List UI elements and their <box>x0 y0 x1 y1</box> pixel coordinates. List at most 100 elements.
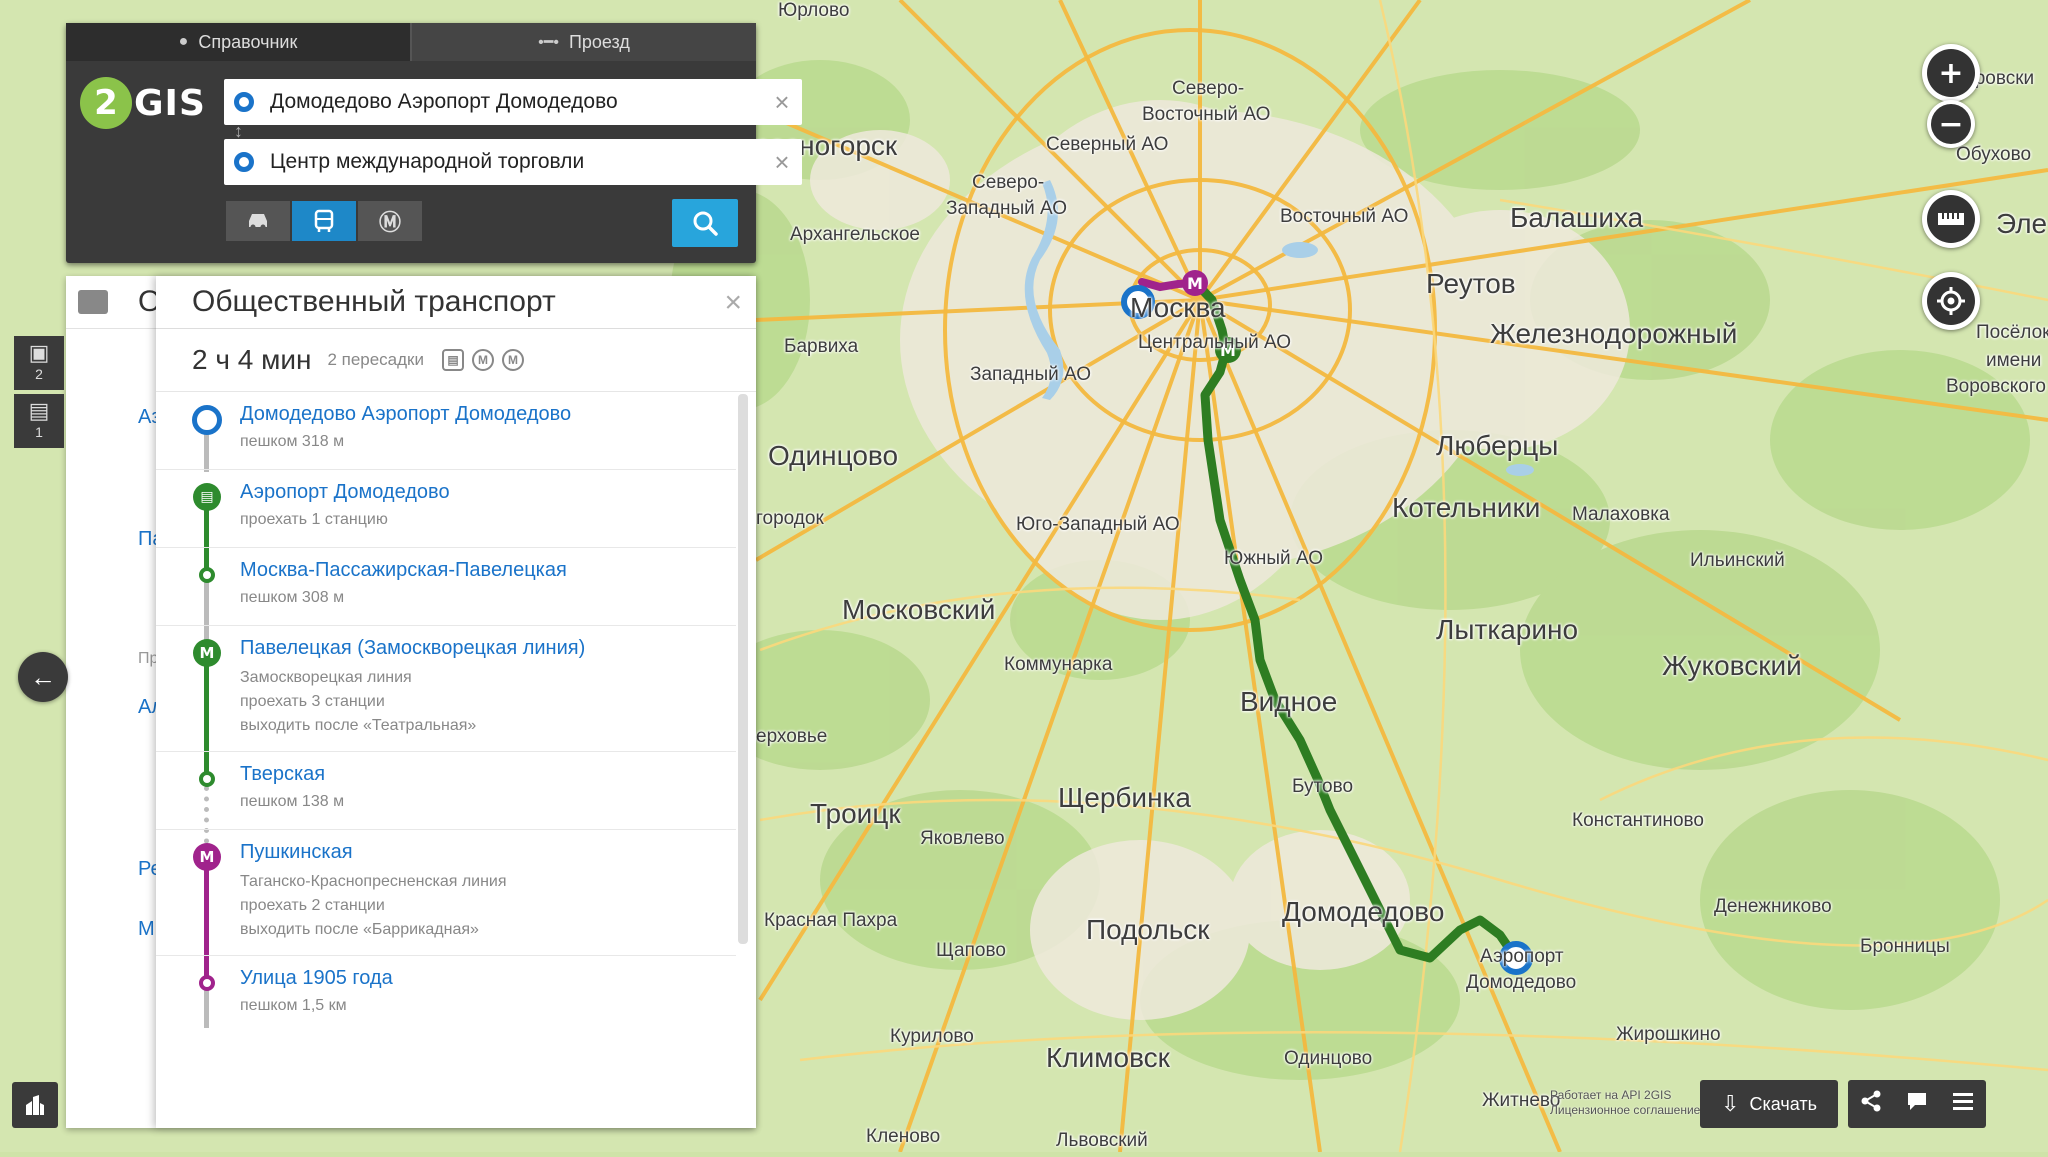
route-step[interactable]: Тверская пешком 138 м <box>156 751 736 830</box>
map-label: Домодедово <box>1466 972 1577 993</box>
map-label: Щапово <box>936 940 1006 961</box>
step-name[interactable]: Улица 1905 года <box>240 967 393 990</box>
step-detail: проехать 1 станцию <box>240 511 388 528</box>
map-label: Воровского <box>1946 376 2046 397</box>
stop-dot-icon <box>199 771 215 787</box>
stop-dot-icon <box>199 567 215 583</box>
metro-icon: Ⓜ <box>378 211 401 236</box>
route-step[interactable]: Домодедово Аэропорт Домодедово пешком 31… <box>156 391 736 470</box>
step-name[interactable]: Тверская <box>240 763 325 786</box>
zoom-out-button[interactable]: − <box>1927 100 1975 148</box>
step-detail: пешком 318 м <box>240 433 345 450</box>
map-label: Коммунарка <box>1004 654 1113 675</box>
map-label: Малаховка <box>1572 504 1670 525</box>
step-name[interactable]: Домодедово Аэропорт Домодедово <box>240 403 571 426</box>
map-label: Троицк <box>810 798 901 829</box>
mode-car-button[interactable] <box>226 201 290 241</box>
step-detail: проехать 2 станции <box>240 897 385 914</box>
tab-directory[interactable]: ● Справочник <box>66 23 410 61</box>
map-label: Западный АО <box>970 364 1092 385</box>
tab-route[interactable]: •━• Проезд <box>410 23 756 61</box>
step-detail: выходить после «Баррикадная» <box>240 921 479 938</box>
map-label: Домодедово <box>1282 896 1445 927</box>
map-label: Северо- <box>1172 78 1245 99</box>
scrollbar[interactable] <box>738 394 748 944</box>
map-label: Одинцово <box>1284 1048 1373 1069</box>
train-icon: ▤ <box>193 483 221 511</box>
arrow-left-icon: ← <box>30 661 56 692</box>
briefcase-icon <box>78 290 108 314</box>
step-detail: выходить после «Театральная» <box>240 717 477 734</box>
close-icon[interactable]: × <box>724 286 742 320</box>
map-label: Московский <box>842 594 996 625</box>
directory-icon: ▣ <box>28 340 50 365</box>
step-name[interactable]: Москва-Пассажирская-Павелецкая <box>240 559 567 582</box>
start-point-icon <box>192 405 222 435</box>
ruler-icon <box>1927 195 1975 243</box>
route-step[interactable]: Улица 1905 года пешком 1,5 км <box>156 955 736 1033</box>
map-label: Бутово <box>1292 776 1354 797</box>
share-icon[interactable] <box>1860 1090 1882 1118</box>
map-label: Северо- <box>972 172 1045 193</box>
zoom-in-button[interactable]: + <box>1922 44 1980 102</box>
transport-tab[interactable]: ▤ 1 <box>14 394 64 448</box>
from-field-value: Домодедово Аэропорт Домодедово <box>270 90 618 113</box>
map-label: Центральный АО <box>1138 332 1292 353</box>
locate-icon <box>1927 277 1975 325</box>
logo[interactable]: 2 GIS <box>80 75 210 131</box>
layers-button[interactable] <box>12 1082 58 1128</box>
start-point-icon <box>234 92 254 112</box>
bus-icon: ▤ <box>28 398 50 423</box>
step-name[interactable]: Пушкинская <box>240 841 353 864</box>
map-label: Балашиха <box>1510 202 1644 233</box>
map-label: Константиново <box>1572 810 1704 831</box>
api-note[interactable]: Работает на API 2GIS Лицензионное соглаш… <box>1550 1088 1700 1118</box>
locate-button[interactable] <box>1922 272 1980 330</box>
map-label: Яковлево <box>920 828 1005 849</box>
map-label: Жирошкино <box>1616 1024 1721 1045</box>
metro-icon: М <box>502 349 524 371</box>
download-button[interactable]: ⇩ Скачать <box>1700 1080 1838 1128</box>
directory-tab[interactable]: ▣ 2 <box>14 336 64 390</box>
clear-icon[interactable]: × <box>762 147 802 178</box>
license-link[interactable]: Лицензионное соглашение <box>1550 1103 1700 1118</box>
map-label: Реутов <box>1426 268 1516 299</box>
route-step[interactable]: ▤ Аэропорт Домодедово проехать 1 станцию <box>156 469 736 548</box>
route-icon: •━• <box>538 34 559 51</box>
map-label: Одинцово <box>768 440 899 471</box>
back-button[interactable]: ← <box>18 652 68 702</box>
map-label: Аэропорт <box>1480 946 1564 967</box>
clear-icon[interactable]: × <box>762 87 802 118</box>
mode-bus-button[interactable] <box>292 201 356 241</box>
step-name[interactable]: Аэропорт Домодедово <box>240 481 450 504</box>
step-name[interactable]: Павелецкая (Замоскворецкая линия) <box>240 637 585 660</box>
search-button[interactable] <box>672 199 738 247</box>
bus-icon <box>314 209 334 232</box>
api-note-text: Работает на API 2GIS <box>1550 1088 1672 1102</box>
map-label: Львовский <box>1056 1130 1148 1151</box>
map-label: Железнодорожный <box>1490 318 1738 349</box>
pin-icon: ● <box>178 33 189 50</box>
menu-icon[interactable] <box>1952 1091 1974 1117</box>
download-label: Скачать <box>1749 1093 1817 1114</box>
ruler-button[interactable] <box>1922 190 1980 248</box>
route-transfers: 2 пересадки <box>327 350 424 369</box>
map-label: Юго-Западный АО <box>1016 514 1180 535</box>
map-label: Южный АО <box>1224 548 1323 569</box>
route-step[interactable]: Москва-Пассажирская-Павелецкая пешком 30… <box>156 547 736 626</box>
svg-text:М: М <box>1187 274 1203 293</box>
route-step[interactable]: М Павелецкая (Замоскворецкая линия) Замо… <box>156 625 736 752</box>
feedback-icon[interactable] <box>1906 1090 1928 1118</box>
bottom-toolbar <box>1848 1080 1986 1128</box>
logo-mark: 2 <box>80 77 132 129</box>
directory-count: 2 <box>35 366 43 382</box>
metro-icon: М <box>193 843 221 871</box>
map-label: Юрлово <box>778 0 850 21</box>
to-field[interactable]: Центр международной торговли × <box>224 139 802 185</box>
from-field[interactable]: Домодедово Аэропорт Домодедово × <box>224 79 802 125</box>
map-label: Жуковский <box>1662 650 1802 681</box>
step-detail: пешком 308 м <box>240 589 345 606</box>
car-icon <box>249 214 267 230</box>
mode-metro-button[interactable]: Ⓜ <box>358 201 422 241</box>
route-step[interactable]: М Пушкинская Таганско-Краснопресненская … <box>156 829 736 956</box>
